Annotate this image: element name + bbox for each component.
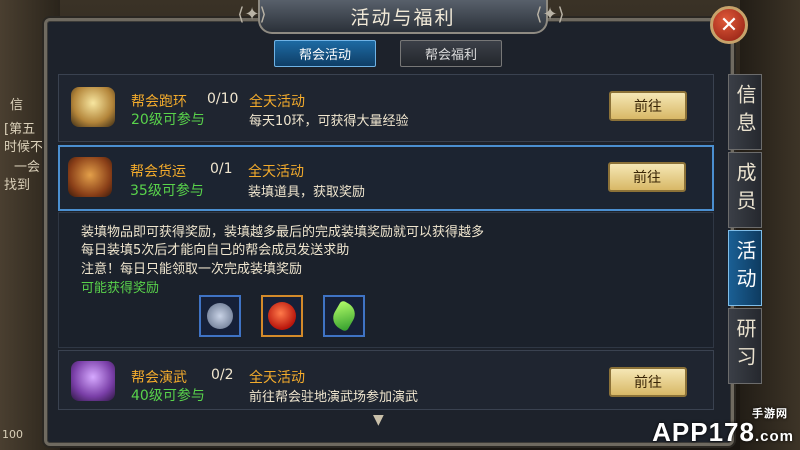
red-orb-icon [268, 302, 296, 330]
detail-line: 每日装填5次后才能向自己的帮会成员发送求助 [81, 243, 350, 258]
window-title: 活动与福利 [350, 6, 456, 29]
bg-text: 信 [10, 98, 24, 113]
green-gem-icon [328, 299, 360, 333]
activity-row[interactable]: 帮会演武 0/2 全天活动 40级可参与 前往帮会驻地演武场参加演武 前往 [58, 350, 714, 410]
activity-name: 帮会货运 [130, 164, 186, 180]
left-ornament-icon: ⟨✦⟩ [237, 4, 267, 25]
scroll-down-icon[interactable]: ▼ [373, 412, 384, 428]
bg-text: 一会 [14, 160, 41, 175]
side-tab-label: 信息 [733, 84, 757, 140]
activity-time: 全天活动 [248, 164, 304, 180]
side-tab-label: 活动 [733, 240, 757, 296]
detail-line: 装填物品即可获得奖励，装填越多最后的完成装填奖励就可以获得越多 [81, 225, 485, 240]
activity-progress: 0/1 [210, 161, 233, 177]
reward-item[interactable] [323, 295, 365, 337]
watermark-main: APP178 [652, 417, 755, 447]
close-icon: ✕ [719, 12, 739, 38]
side-tab-members[interactable]: 成员 [728, 152, 762, 228]
bg-text: [第五 [4, 122, 36, 137]
medallion-icon [207, 303, 233, 329]
close-button[interactable]: ✕ [710, 6, 748, 44]
activity-detail-panel: 装填物品即可获得奖励，装填越多最后的完成装填奖励就可以获得越多 每日装填5次后才… [58, 212, 714, 348]
side-tab-label: 成员 [733, 162, 757, 218]
activity-level: 35级可参与 [130, 183, 204, 199]
right-ornament-icon: ⟨✦⟩ [535, 4, 565, 25]
activity-name: 帮会演武 [131, 370, 187, 386]
activity-name: 帮会跑环 [131, 94, 187, 110]
detail-line: 注意！每日只能领取一次完成装填奖励 [81, 262, 303, 277]
window-title-plate: 活动与福利 [258, 0, 548, 34]
watermark-suffix: .com [754, 428, 794, 445]
side-tab-study[interactable]: 研习 [728, 308, 762, 384]
watermark-sub: 手游网 [752, 408, 788, 420]
activity-level: 20级可参与 [131, 112, 205, 128]
reward-item[interactable] [261, 295, 303, 337]
go-button[interactable]: 前往 [608, 162, 686, 192]
side-tab-label: 研习 [733, 318, 757, 374]
go-button[interactable]: 前往 [609, 91, 687, 121]
watermark: APP178.com 手游网 [652, 408, 794, 448]
martial-icon [71, 361, 115, 401]
activity-row-selected[interactable]: 帮会货运 0/1 全天活动 35级可参与 装填道具，获取奖励 前往 [58, 145, 714, 211]
activity-row[interactable]: 帮会跑环 0/10 全天活动 20级可参与 每天10环，可获得大量经验 前往 [58, 74, 714, 142]
activity-progress: 0/10 [207, 91, 239, 107]
tab-guild-activities[interactable]: 帮会活动 [274, 40, 376, 67]
tab-guild-benefits[interactable]: 帮会福利 [400, 40, 502, 67]
activity-progress: 0/2 [211, 367, 234, 383]
cargo-bag-icon [68, 157, 112, 197]
side-tab-activities[interactable]: 活动 [728, 230, 762, 306]
activity-desc: 装填道具，获取奖励 [248, 185, 366, 200]
reward-item[interactable] [199, 295, 241, 337]
go-button[interactable]: 前往 [609, 367, 687, 397]
activity-time: 全天活动 [249, 370, 305, 386]
activity-time: 全天活动 [249, 94, 305, 110]
activity-level: 40级可参与 [131, 388, 205, 404]
reward-title: 可能获得奖励 [81, 281, 160, 296]
bg-text: 时候不 [4, 140, 44, 155]
bg-text: 找到 [4, 178, 31, 193]
scroll-icon [71, 87, 115, 127]
side-tab-info[interactable]: 信息 [728, 74, 762, 150]
activity-desc: 前往帮会驻地演武场参加演武 [249, 390, 419, 405]
bg-text: 100 [2, 428, 23, 441]
activity-desc: 每天10环，可获得大量经验 [249, 114, 409, 129]
